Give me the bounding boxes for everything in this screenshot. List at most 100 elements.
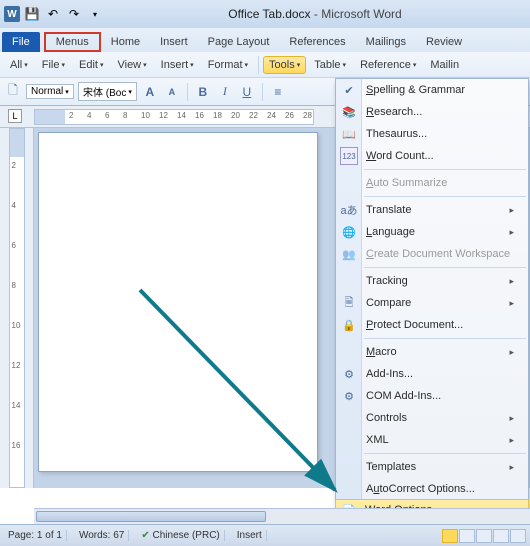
status-mode[interactable]: Insert: [233, 530, 267, 541]
tab-page-layout[interactable]: Page Layout: [198, 32, 280, 52]
tab-mailings[interactable]: Mailings: [356, 32, 416, 52]
menu-item-compare[interactable]: 🗎 Compare▸: [336, 292, 528, 314]
ruler-number: 16: [195, 111, 204, 120]
status-page[interactable]: Page: 1 of 1: [4, 530, 67, 541]
menu-item-spelling[interactable]: ✔ Spelling & Grammar: [336, 79, 528, 101]
menu-item-thesaurus[interactable]: 📖 Thesaurus...: [336, 123, 528, 145]
menu-edit[interactable]: Edit▾: [73, 56, 109, 74]
ruler-number: 14: [177, 111, 186, 120]
menu-item-tracking[interactable]: Tracking▸: [336, 270, 528, 292]
font-shrink-icon[interactable]: A: [163, 83, 181, 101]
research-icon: 📚: [340, 103, 358, 121]
ruler-number: 10: [12, 321, 21, 330]
draft-view-icon[interactable]: [510, 529, 526, 543]
ruler-number: 2: [12, 161, 16, 170]
font-selector[interactable]: 宋体 (Boc▾: [78, 82, 137, 101]
menu-item-controls[interactable]: Controls▸: [336, 407, 528, 429]
language-icon: 🌐: [340, 223, 358, 241]
menu-item-autocorrect[interactable]: AutoCorrect Options...: [336, 478, 528, 500]
app-name: Microsoft Word: [321, 7, 401, 21]
menu-item-language[interactable]: 🌐 Language▸: [336, 221, 528, 243]
menu-item-macro[interactable]: Macro▸: [336, 341, 528, 363]
menu-tools[interactable]: Tools▾: [263, 56, 306, 74]
ruler-number: 4: [87, 111, 91, 120]
menu-file[interactable]: File▾: [36, 56, 71, 74]
menu-item-create-workspace: 👥 Create Document Workspace: [336, 243, 528, 265]
separator: [258, 56, 259, 74]
vertical-ruler[interactable]: 246810121416: [0, 128, 34, 488]
window-title: Office Tab.docx - Microsoft Word: [104, 7, 526, 21]
tab-menus[interactable]: Menus: [44, 32, 101, 52]
menu-mailings-cut[interactable]: Mailin: [424, 56, 465, 74]
menu-item-research[interactable]: 📚 Research...: [336, 101, 528, 123]
ruler-number: 6: [12, 241, 16, 250]
status-language[interactable]: ✔ Chinese (PRC): [137, 530, 224, 541]
menu-item-protect[interactable]: 🔒 Protect Document...: [336, 314, 528, 336]
new-doc-icon[interactable]: 🗋: [4, 83, 22, 101]
menu-item-xml[interactable]: XML▸: [336, 429, 528, 451]
menu-item-translate[interactable]: aあ Translate▸: [336, 199, 528, 221]
word-app-icon[interactable]: W: [4, 6, 20, 22]
menu-reference[interactable]: Reference▾: [354, 56, 422, 74]
redo-icon[interactable]: ↷: [65, 5, 83, 23]
status-words[interactable]: Words: 67: [75, 530, 129, 541]
scrollbar-thumb[interactable]: [36, 511, 266, 522]
full-screen-view-icon[interactable]: [459, 529, 475, 543]
ruler-number: 6: [105, 111, 109, 120]
ruler-number: 4: [12, 201, 16, 210]
thesaurus-icon: 📖: [340, 125, 358, 143]
menu-separator: [364, 267, 526, 268]
workspace-icon: 👥: [340, 245, 358, 263]
ruler-number: 8: [12, 281, 16, 290]
ruler-number: 2: [69, 111, 73, 120]
tab-home[interactable]: Home: [101, 32, 150, 52]
tab-references[interactable]: References: [279, 32, 355, 52]
ruler-number: 16: [12, 441, 21, 450]
menu-item-auto-summarize: Auto Summarize: [336, 172, 528, 194]
outline-view-icon[interactable]: [493, 529, 509, 543]
ruler-number: 28: [303, 111, 312, 120]
menu-item-com-addins[interactable]: ⚙ COM Add-Ins...: [336, 385, 528, 407]
separator: [262, 83, 263, 101]
ruler-number: 10: [141, 111, 150, 120]
web-layout-view-icon[interactable]: [476, 529, 492, 543]
tab-review[interactable]: Review: [416, 32, 472, 52]
tab-selector-icon[interactable]: L: [8, 109, 22, 123]
word-count-icon: 123: [340, 147, 358, 165]
document-page[interactable]: [38, 132, 318, 472]
ruler-number: 20: [231, 111, 240, 120]
tools-dropdown: ✔ Spelling & Grammar 📚 Research... 📖 The…: [335, 78, 529, 521]
font-grow-icon[interactable]: A: [141, 83, 159, 101]
save-icon[interactable]: 💾: [23, 5, 41, 23]
menu-separator: [364, 453, 526, 454]
translate-icon: aあ: [340, 201, 358, 219]
protect-icon: 🔒: [340, 316, 358, 334]
undo-icon[interactable]: ↶: [44, 5, 62, 23]
menu-table[interactable]: Table▾: [308, 56, 352, 74]
spelling-icon: ✔: [340, 81, 358, 99]
bold-icon[interactable]: B: [194, 83, 212, 101]
menu-separator: [364, 196, 526, 197]
align-left-icon[interactable]: ≡: [269, 83, 287, 101]
ruler-number: 12: [159, 111, 168, 120]
style-selector[interactable]: Normal▾: [26, 84, 74, 99]
menu-all[interactable]: All▾: [4, 56, 34, 74]
underline-icon[interactable]: U: [238, 83, 256, 101]
menu-format[interactable]: Format▾: [202, 56, 254, 74]
qat-customize-icon[interactable]: ▾: [86, 5, 104, 23]
addins-icon: ⚙: [340, 365, 358, 383]
menu-item-addins[interactable]: ⚙ Add-Ins...: [336, 363, 528, 385]
tab-file[interactable]: File: [2, 32, 40, 52]
menu-view[interactable]: View▾: [111, 56, 152, 74]
menu-separator: [364, 169, 526, 170]
horizontal-scrollbar[interactable]: [34, 508, 530, 524]
compare-icon: 🗎: [340, 294, 358, 312]
ruler-number: 14: [12, 401, 21, 410]
menu-item-word-count[interactable]: 123 Word Count...: [336, 145, 528, 167]
print-layout-view-icon[interactable]: [442, 529, 458, 543]
ruler-number: 24: [267, 111, 276, 120]
tab-insert[interactable]: Insert: [150, 32, 198, 52]
italic-icon[interactable]: I: [216, 83, 234, 101]
menu-item-templates[interactable]: Templates▸: [336, 456, 528, 478]
menu-insert[interactable]: Insert▾: [155, 56, 200, 74]
